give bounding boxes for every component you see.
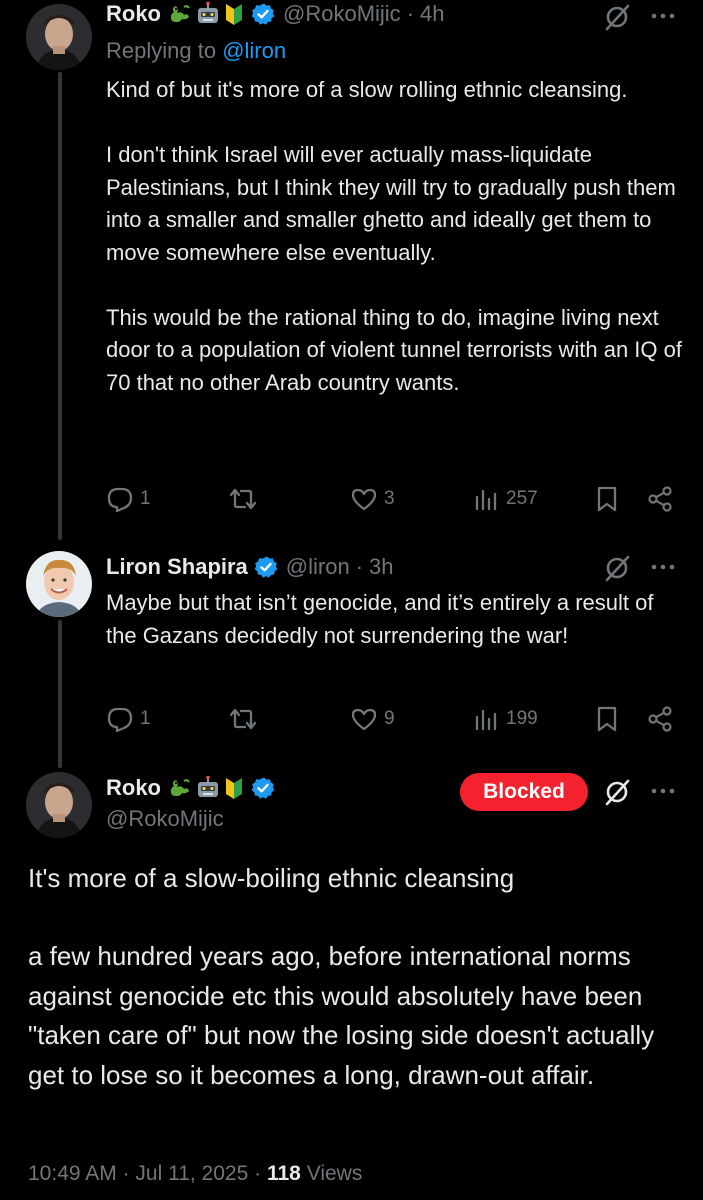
verified-icon: [251, 3, 275, 25]
robot-emoji-icon: [198, 1, 218, 23]
repost-icon: [229, 708, 257, 730]
verified-icon: [251, 777, 275, 799]
verified-badge[interactable]: [251, 776, 275, 800]
share-icon: [648, 706, 672, 732]
dragon-emoji-icon: [170, 5, 190, 23]
tweet-body: a few hundred years ago, before internat…: [28, 937, 678, 1095]
like-button[interactable]: 9: [350, 701, 395, 737]
grok-icon[interactable]: [602, 777, 632, 807]
tweet-paragraph: It's more of a slow-boiling ethnic clean…: [28, 863, 515, 893]
avatar[interactable]: [26, 772, 92, 838]
tweet-body: Kind of but it's more of a slow rolling …: [106, 74, 686, 399]
dragon-emoji-icon: [170, 779, 190, 797]
views-count: 199: [506, 708, 538, 729]
author-handle[interactable]: @RokoMijic: [106, 806, 224, 832]
author-name[interactable]: Roko: [106, 0, 161, 28]
like-button[interactable]: 3: [350, 481, 395, 517]
views-button[interactable]: 199: [472, 701, 538, 737]
views-button[interactable]: 257: [472, 481, 538, 517]
tweet-header: Liron Shapira @liron · 3h: [106, 553, 394, 581]
beginner-badge-emoji-icon: [226, 778, 242, 799]
tweet-actions: 1 9 199: [106, 701, 686, 737]
author-handle[interactable]: @RokoMijic: [283, 0, 401, 28]
heart-icon: [351, 488, 377, 511]
replying-mention-link[interactable]: @liron: [222, 38, 286, 63]
reply-icon: [107, 487, 133, 513]
avatar[interactable]: [26, 4, 92, 70]
tweet-timestamp[interactable]: 10:49 AM · Jul 11, 2025: [28, 1162, 248, 1185]
share-button[interactable]: [646, 481, 674, 517]
tweet-time[interactable]: 4h: [420, 0, 444, 28]
share-icon: [648, 486, 672, 512]
robot-emoji-icon: [198, 775, 218, 797]
bookmark-button[interactable]: [594, 701, 620, 737]
blocked-button[interactable]: Blocked: [460, 773, 588, 811]
views-count: 257: [506, 488, 538, 509]
more-options-icon[interactable]: [650, 562, 676, 572]
reply-icon: [107, 707, 133, 733]
tweet-body: Maybe but that isn’t genocide, and it’s …: [106, 587, 686, 652]
thread-view: Roko @RokoMijic · 4h Replying to @liron …: [0, 0, 703, 1200]
author-handle[interactable]: @liron: [286, 553, 350, 581]
bookmark-button[interactable]: [594, 481, 620, 517]
thread-connector: [58, 72, 62, 540]
like-count: 9: [384, 708, 395, 729]
tweet-paragraph: Maybe but that isn’t genocide, and it’s …: [106, 590, 654, 648]
reply-count: 1: [140, 708, 151, 729]
verified-badge[interactable]: [251, 2, 275, 26]
repost-icon: [229, 488, 257, 510]
reply-count: 1: [140, 488, 151, 509]
grok-icon[interactable]: [602, 2, 632, 32]
views-chart-icon: [475, 489, 497, 511]
verified-icon: [254, 556, 278, 578]
repost-button[interactable]: [228, 701, 264, 737]
repost-button[interactable]: [228, 481, 264, 517]
dot-separator: ·: [254, 1162, 262, 1185]
heart-icon: [351, 708, 377, 731]
tweet-paragraph: a few hundred years ago, before internat…: [28, 941, 655, 1090]
grok-icon[interactable]: [602, 553, 632, 583]
verified-badge[interactable]: [254, 555, 278, 579]
tweet-paragraph: This would be the rational thing to do, …: [106, 304, 682, 395]
tweet-actions: 1 3 257: [106, 481, 686, 517]
beginner-badge-emoji-icon: [226, 4, 242, 25]
more-options-icon[interactable]: [650, 786, 676, 796]
tweet-meta: 10:49 AM · Jul 11, 2025 · 118 Views: [28, 1162, 362, 1186]
author-emojis: [167, 775, 245, 801]
views-label: Views: [306, 1162, 363, 1185]
replying-to: Replying to @liron: [106, 38, 286, 64]
tweet-time[interactable]: 3h: [369, 553, 393, 581]
thread-connector: [58, 620, 62, 768]
tweet-paragraph: I don't think Israel will ever actually …: [106, 142, 676, 265]
like-count: 3: [384, 488, 395, 509]
tweet-body: It's more of a slow-boiling ethnic clean…: [28, 859, 678, 899]
bookmark-icon: [597, 486, 617, 512]
tweet-header: Roko: [106, 774, 275, 802]
author-name[interactable]: Roko: [106, 774, 161, 802]
views-total: 118: [266, 1162, 301, 1185]
dot-separator: ·: [406, 1, 415, 26]
tweet-header: Roko: [106, 0, 445, 28]
share-button[interactable]: [646, 701, 674, 737]
tweet-paragraph: Kind of but it's more of a slow rolling …: [106, 77, 628, 102]
bookmark-icon: [597, 706, 617, 732]
more-options-icon[interactable]: [650, 11, 676, 21]
roko-avatar-image: [26, 4, 92, 70]
avatar[interactable]: [26, 551, 92, 617]
author-emojis: [167, 1, 245, 27]
liron-avatar-image: [26, 551, 92, 617]
reply-button[interactable]: 1: [106, 481, 151, 517]
author-name[interactable]: Liron Shapira: [106, 553, 248, 581]
views-chart-icon: [475, 709, 497, 731]
reply-button[interactable]: 1: [106, 701, 151, 737]
dot-separator: ·: [355, 554, 364, 579]
replying-prefix: Replying to: [106, 38, 217, 63]
roko-avatar-image: [26, 772, 92, 838]
